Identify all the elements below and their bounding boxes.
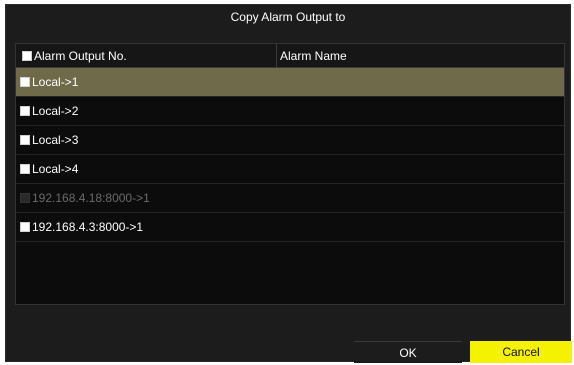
row-checkbox[interactable] (20, 76, 30, 87)
table-header: Alarm Output No. Alarm Name (16, 44, 564, 68)
row-checkbox[interactable] (20, 134, 30, 145)
row-label: 192.168.4.3:8000->1 (32, 220, 144, 234)
table-row: 192.168.4.18:8000->1 (16, 184, 564, 213)
alarm-output-table: Alarm Output No. Alarm Name Local->1 Loc… (15, 43, 565, 305)
row-checkbox[interactable] (20, 163, 30, 174)
copy-alarm-output-dialog: Copy Alarm Output to Alarm Output No. Al… (5, 4, 572, 363)
cancel-button[interactable]: Cancel (470, 341, 572, 363)
select-all-checkbox[interactable] (22, 50, 32, 61)
header-alarm-output-no-label: Alarm Output No. (34, 49, 127, 63)
ok-button[interactable]: OK (354, 341, 462, 363)
row-checkbox[interactable] (20, 221, 30, 232)
header-alarm-output-no: Alarm Output No. (18, 44, 277, 68)
row-checkbox[interactable] (20, 105, 30, 116)
table-row[interactable]: Local->3 (16, 126, 564, 155)
row-label: 192.168.4.18:8000->1 (32, 191, 150, 205)
table-row[interactable]: 192.168.4.3:8000->1 (16, 213, 564, 242)
header-alarm-name: Alarm Name (280, 49, 347, 63)
row-label: Local->1 (32, 75, 79, 89)
row-label: Local->3 (32, 133, 79, 147)
row-checkbox (20, 192, 30, 203)
row-label: Local->2 (32, 104, 79, 118)
row-label: Local->4 (32, 162, 79, 176)
dialog-title: Copy Alarm Output to (6, 5, 570, 29)
table-row[interactable]: Local->1 (16, 68, 564, 97)
table-row[interactable]: Local->4 (16, 155, 564, 184)
table-row[interactable]: Local->2 (16, 97, 564, 126)
